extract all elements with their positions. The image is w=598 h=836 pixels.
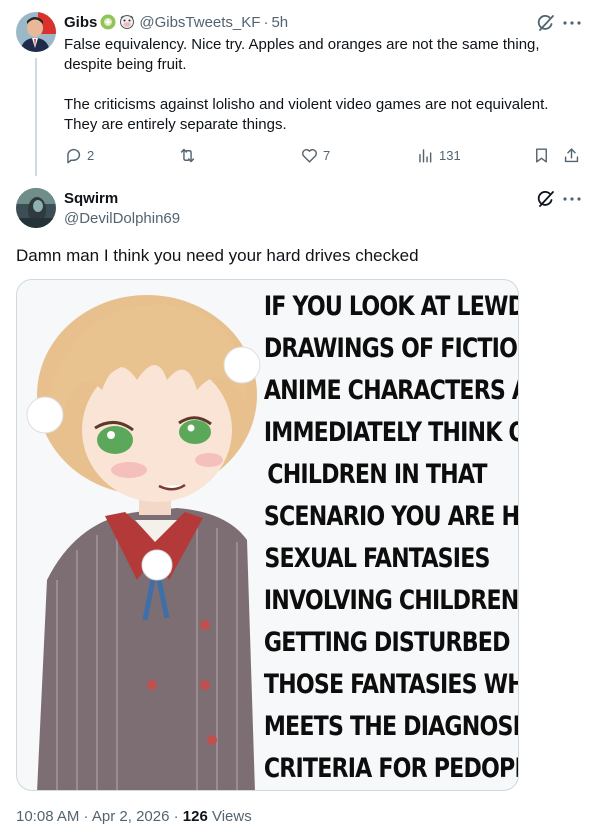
meme-line: GETTING DISTURBED BY [263,627,519,658]
reply-icon [67,148,81,163]
badge-icon [100,14,116,30]
like-count: 7 [323,147,331,163]
meme-line: CRITERIA FOR PEDOPHILIA [263,753,518,784]
action-bar: 2 7 131 [64,144,584,166]
display-name[interactable]: Sqwirm [64,190,118,207]
tweet-meta: 10:08 AM · Apr 2, 2026 · 126 Views [16,808,252,825]
meme-line: MEETS THE DIAGNOSIS [263,711,519,742]
like-icon [302,148,317,163]
avatar[interactable] [16,12,56,52]
share-icon [564,147,579,162]
handle[interactable]: @GibsTweets_KF [139,14,260,31]
bookmark-icon [536,147,547,163]
meme-line: ANIME CHARACTERS AND [263,375,518,406]
meme-line: INVOLVING CHILDREN THEN [263,585,519,616]
thread-line [35,58,37,176]
share-button[interactable] [562,144,581,166]
meme-line: THOSE FANTASIES WHICH [263,669,518,700]
grok-icon[interactable] [535,12,557,34]
tweet-line: They are entirely separate things. [64,116,287,133]
tweet-line: False equivalency. Nice try. Apples and … [64,36,540,53]
bookmark-button[interactable] [532,144,551,166]
repost-icon [180,148,195,162]
reply-count: 2 [87,147,95,163]
views-count: 126 [182,808,208,825]
timestamp[interactable]: 5h [271,14,288,31]
meme-line: CHILDREN IN THAT [267,459,487,490]
views-count: 131 [439,147,461,163]
more-icon[interactable] [561,12,583,34]
meme-line: SEXUAL FANTASIES [264,543,490,574]
avatar[interactable] [16,188,56,228]
separator-dot: · [263,13,269,31]
meme-caption: IF YOU LOOK AT LEWD DRAWINGS OF FICTIONA… [263,286,519,790]
cow-emoji-icon [119,14,135,30]
tweet-image[interactable]: IF YOU LOOK AT LEWD DRAWINGS OF FICTIONA… [16,279,519,791]
tweet-text: Damn man I think you need your hard driv… [16,246,419,265]
tweet-header: Gibs @GibsTweets_KF · 5h [64,12,288,32]
more-icon[interactable] [561,188,583,210]
tweet-line: The criticisms against lolisho and viole… [64,96,549,113]
tweet-text: False equivalency. Nice try. Apples and … [64,35,579,135]
meme-line: DRAWINGS OF FICTIONAL [263,333,518,364]
meme-line: IMMEDIATELY THINK OF [263,417,519,448]
views-icon [419,148,432,163]
views-label: Views [207,808,252,825]
like-button[interactable]: 7 [300,144,330,166]
tweet-line: despite being fruit. [64,56,187,73]
meme-line: IF YOU LOOK AT LEWD [263,291,519,322]
reply-button[interactable]: 2 [64,144,94,166]
display-name[interactable]: Gibs [64,14,97,31]
meme-line: SCENARIO YOU ARE HAVING [263,501,519,532]
repost-button[interactable] [178,144,197,166]
tweet-timestamp[interactable]: 10:08 AM · Apr 2, 2026 · [16,808,183,825]
handle[interactable]: @DevilDolphin69 [64,210,180,227]
views-button[interactable]: 131 [416,144,461,166]
grok-icon[interactable] [535,188,557,210]
parent-tweet[interactable]: Gibs @GibsTweets_KF · 5h False equivalen… [0,0,598,178]
